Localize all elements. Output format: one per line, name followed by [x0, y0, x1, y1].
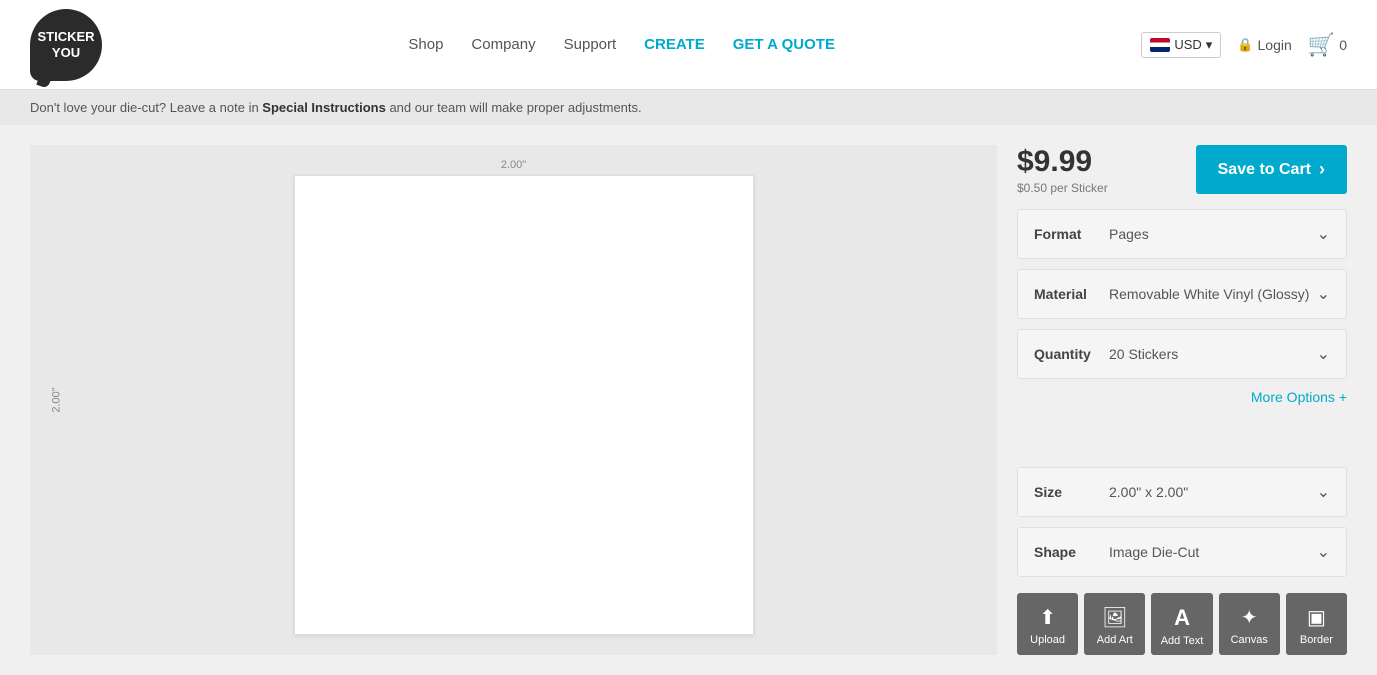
canvas-label: Canvas	[1231, 634, 1268, 646]
border-icon: ▣	[1307, 605, 1326, 630]
notification-text-plain: Don't love your die-cut? Leave a note in	[30, 100, 262, 115]
add-art-label: Add Art	[1097, 634, 1133, 646]
logo-area: STICKER YOU	[30, 9, 102, 81]
format-chevron-icon: ⌄	[1317, 224, 1330, 244]
login-link[interactable]: 🔒 Login	[1237, 37, 1291, 53]
tool-buttons: ⬆ Upload 🖼 Add Art A Add Text ✦ Canvas ▣…	[1017, 593, 1347, 655]
more-options-link[interactable]: More Options +	[1017, 389, 1347, 405]
size-label: Size	[1034, 484, 1109, 500]
logo-bubble[interactable]: STICKER YOU	[30, 9, 102, 81]
nav-support[interactable]: Support	[564, 36, 617, 53]
add-text-button[interactable]: A Add Text	[1151, 593, 1212, 655]
upload-icon: ⬆	[1039, 605, 1056, 630]
nav-shop[interactable]: Shop	[408, 36, 443, 53]
currency-label: USD	[1174, 37, 1201, 52]
quantity-label: Quantity	[1034, 346, 1109, 362]
sticker-canvas[interactable]	[294, 175, 754, 635]
nav-quote[interactable]: GET A QUOTE	[733, 36, 835, 53]
canvas-area: 2.00" 2.00"	[30, 145, 997, 655]
notification-text-plain2: and our team will make proper adjustment…	[386, 100, 642, 115]
ruler-top: 2.00"	[501, 159, 526, 171]
logo-text: STICKER YOU	[37, 29, 94, 60]
upload-button[interactable]: ⬆ Upload	[1017, 593, 1078, 655]
size-value: 2.00" x 2.00"	[1109, 484, 1317, 500]
bottom-dropdowns: Size 2.00" x 2.00" ⌄ Shape Image Die-Cut…	[1017, 467, 1347, 577]
save-button-label: Save to Cart	[1218, 161, 1311, 179]
price-info: $9.99 $0.50 per Sticker	[1017, 145, 1108, 195]
site-header: STICKER YOU Shop Company Support CREATE …	[0, 0, 1377, 90]
add-art-button[interactable]: 🖼 Add Art	[1084, 593, 1145, 655]
notification-bar: Don't love your die-cut? Leave a note in…	[0, 90, 1377, 125]
cart-area[interactable]: 🛒 0	[1308, 32, 1347, 58]
nav-create[interactable]: CREATE	[644, 36, 705, 53]
material-label: Material	[1034, 286, 1109, 302]
material-value: Removable White Vinyl (Glossy)	[1109, 286, 1317, 302]
size-chevron-icon: ⌄	[1317, 482, 1330, 502]
main-nav: Shop Company Support CREATE GET A QUOTE	[408, 36, 835, 53]
right-panel: $9.99 $0.50 per Sticker Save to Cart › F…	[1017, 145, 1347, 655]
price-area: $9.99 $0.50 per Sticker Save to Cart ›	[1017, 145, 1347, 195]
format-label: Format	[1034, 226, 1109, 242]
shape-dropdown[interactable]: Shape Image Die-Cut ⌄	[1017, 527, 1347, 577]
border-button[interactable]: ▣ Border	[1286, 593, 1347, 655]
quantity-dropdown[interactable]: Quantity 20 Stickers ⌄	[1017, 329, 1347, 379]
ruler-left: 2.00"	[51, 387, 63, 412]
format-value: Pages	[1109, 226, 1317, 242]
format-dropdown[interactable]: Format Pages ⌄	[1017, 209, 1347, 259]
cart-icon: 🛒	[1308, 32, 1335, 58]
upload-label: Upload	[1030, 634, 1065, 646]
size-dropdown[interactable]: Size 2.00" x 2.00" ⌄	[1017, 467, 1347, 517]
shape-label: Shape	[1034, 544, 1109, 560]
flag-icon	[1150, 38, 1170, 52]
quantity-chevron-icon: ⌄	[1317, 344, 1330, 364]
cart-count: 0	[1339, 37, 1347, 53]
notification-text-bold: Special Instructions	[262, 100, 386, 115]
border-label: Border	[1300, 634, 1333, 646]
lock-icon: 🔒	[1237, 37, 1253, 53]
shape-value: Image Die-Cut	[1109, 544, 1317, 560]
quantity-value: 20 Stickers	[1109, 346, 1317, 362]
currency-chevron-icon: ▾	[1206, 37, 1213, 53]
currency-selector[interactable]: USD ▾	[1141, 32, 1221, 58]
add-text-icon: A	[1174, 605, 1190, 631]
canvas-icon: ✦	[1241, 605, 1258, 630]
material-dropdown[interactable]: Material Removable White Vinyl (Glossy) …	[1017, 269, 1347, 319]
shape-chevron-icon: ⌄	[1317, 542, 1330, 562]
nav-company[interactable]: Company	[471, 36, 535, 53]
add-art-icon: 🖼	[1102, 605, 1127, 630]
canvas-button[interactable]: ✦ Canvas	[1219, 593, 1280, 655]
login-label: Login	[1258, 37, 1292, 53]
main-content: 2.00" 2.00" $9.99 $0.50 per Sticker Save…	[0, 125, 1377, 675]
nav-right: USD ▾ 🔒 Login 🛒 0	[1141, 32, 1347, 58]
add-text-label: Add Text	[1161, 635, 1204, 647]
material-chevron-icon: ⌄	[1317, 284, 1330, 304]
price-per-sticker: $0.50 per Sticker	[1017, 181, 1108, 195]
price-main: $9.99	[1017, 145, 1108, 179]
save-to-cart-button[interactable]: Save to Cart ›	[1196, 145, 1347, 194]
save-button-arrow-icon: ›	[1319, 159, 1325, 180]
